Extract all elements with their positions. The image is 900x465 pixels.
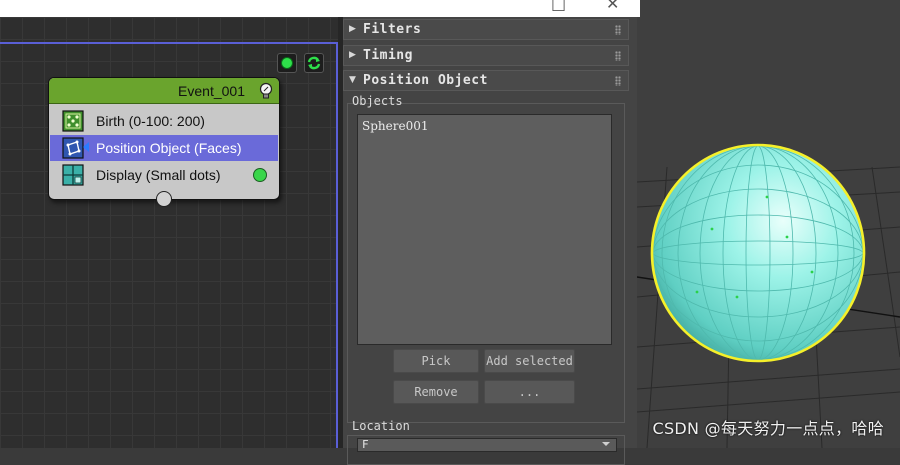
event-node[interactable]: Event_001 Birth (0-100: 200) Position Ob…: [48, 77, 280, 207]
viewport-scene: [637, 143, 900, 448]
canvas-focus-border: [0, 42, 338, 44]
viewport-top: [640, 0, 900, 17]
rollout-title: Position Object: [363, 73, 488, 88]
location-value: F: [362, 438, 369, 451]
rollout-position-object[interactable]: ▼ Position Object: [343, 70, 629, 91]
refresh-icon[interactable]: [304, 53, 324, 73]
remove-button[interactable]: Remove: [393, 380, 479, 404]
objects-label: Objects: [352, 94, 403, 108]
collapse-arrow-icon: ▼: [349, 75, 356, 85]
lightbulb-icon[interactable]: [259, 82, 273, 104]
operator-birth[interactable]: Birth (0-100: 200): [50, 108, 278, 134]
position-object-icon: [62, 137, 84, 159]
operator-display[interactable]: Display (Small dots): [50, 162, 278, 188]
window-titlebar: □ ✕: [0, 0, 640, 17]
close-button[interactable]: ✕: [606, 0, 619, 13]
grip-icon[interactable]: [615, 25, 621, 35]
green-dot-icon[interactable]: [277, 53, 297, 73]
expand-arrow-icon: ▶: [349, 50, 356, 60]
operator-label: Birth (0-100: 200): [96, 113, 205, 129]
rollout-title: Timing: [363, 48, 413, 63]
more-options-button[interactable]: ...: [484, 380, 575, 404]
grip-icon[interactable]: [615, 51, 621, 61]
rollout-filters[interactable]: ▶ Filters: [343, 19, 629, 40]
location-label: Location: [352, 419, 410, 433]
event-node-header[interactable]: Event_001: [49, 78, 279, 104]
event-title: Event_001: [178, 83, 245, 99]
display-color-swatch[interactable]: [253, 168, 267, 182]
operator-label: Display (Small dots): [96, 167, 221, 183]
display-icon: [62, 164, 84, 186]
list-item[interactable]: Sphere001: [362, 119, 428, 133]
minimize-button[interactable]: □: [551, 0, 566, 13]
ground-grid-front: [637, 368, 900, 390]
operator-label: Position Object (Faces): [96, 140, 242, 156]
sphere-object: [650, 143, 866, 363]
pick-button[interactable]: Pick: [393, 349, 479, 373]
expand-arrow-icon: ▶: [349, 24, 356, 34]
add-selected-button[interactable]: Add selected: [484, 349, 575, 373]
command-panel: ▶ Filters ▶ Timing ▼ Position Object Obj…: [343, 17, 637, 465]
objects-listbox[interactable]: Sphere001: [357, 114, 612, 345]
watermark-text: CSDN @每天努力一点点，哈哈: [652, 419, 884, 438]
rollout-timing[interactable]: ▶ Timing: [343, 45, 629, 66]
perspective-viewport[interactable]: CSDN @每天努力一点点，哈哈: [637, 17, 900, 448]
rollout-title: Filters: [363, 22, 422, 37]
birth-icon: [62, 110, 84, 132]
event-output-port[interactable]: [156, 191, 172, 207]
selection-arrow-icon: [83, 142, 89, 152]
grip-icon[interactable]: [615, 76, 621, 86]
location-dropdown[interactable]: F: [357, 438, 617, 452]
chevron-down-icon: [602, 442, 610, 446]
